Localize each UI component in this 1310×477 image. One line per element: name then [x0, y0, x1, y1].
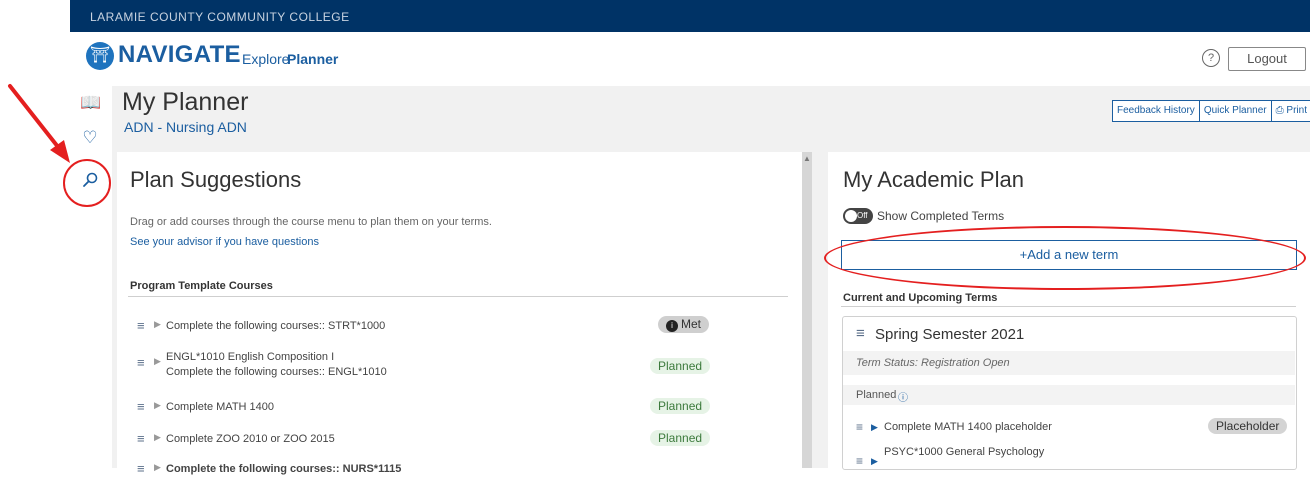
expand-icon[interactable]: ▶ [871, 422, 878, 433]
expand-icon[interactable]: ▶ [154, 432, 161, 443]
feedback-history-button[interactable]: Feedback History [1112, 100, 1200, 122]
navigate-logo-icon: ⛩ [86, 42, 114, 70]
term-course-text: Complete MATH 1400 placeholder [884, 421, 1052, 433]
plan-suggestions-title: Plan Suggestions [130, 167, 302, 192]
header-button-group: Feedback History Quick Planner ⎙ Print [1112, 100, 1310, 122]
term-status: Term Status: Registration Open [856, 357, 1010, 369]
scroll-up-icon[interactable]: ▲ [802, 154, 812, 163]
current-upcoming-title: Current and Upcoming Terms [843, 292, 998, 304]
term-course-text: PSYC*1000 General Psychology [884, 446, 1045, 458]
program-template-title: Program Template Courses [130, 280, 273, 292]
annotation-oval [824, 226, 1306, 290]
annotation-arrow [8, 84, 70, 163]
drag-handle-icon[interactable]: ≡ [856, 325, 865, 342]
status-badge-planned: Planned [650, 430, 711, 446]
heart-icon[interactable]: ♡ [80, 128, 100, 148]
toggle-state: Off [857, 211, 868, 220]
college-name: LARAMIE COUNTY COMMUNITY COLLEGE [90, 10, 350, 24]
academic-plan-title: My Academic Plan [843, 167, 1024, 192]
print-button[interactable]: ⎙ Print [1271, 100, 1310, 122]
navigate-brand[interactable]: NAVIGATE [118, 41, 241, 69]
course-title: ENGL*1010 English Composition I [166, 351, 335, 363]
page-title: My Planner [122, 88, 249, 116]
status-badge-label: Met [681, 317, 702, 331]
term-name[interactable]: Spring Semester 2021 [875, 326, 1024, 343]
nav-explore-link[interactable]: Explore [242, 51, 289, 67]
info-icon: i [666, 320, 678, 332]
drag-handle-icon[interactable]: ≡ [137, 461, 145, 476]
info-icon[interactable]: ⓘ [898, 389, 908, 404]
drag-handle-icon[interactable]: ≡ [137, 399, 145, 414]
planned-label: Planned [856, 389, 897, 401]
planned-header-bar [843, 385, 1295, 405]
course-text: Complete ZOO 2010 or ZOO 2015 [166, 433, 335, 445]
toggle-knob [845, 210, 857, 222]
expand-icon[interactable]: ▶ [154, 356, 161, 367]
drag-handle-icon[interactable]: ≡ [137, 355, 145, 370]
expand-icon[interactable]: ▶ [154, 319, 161, 330]
annotation-circle [63, 159, 111, 207]
plan-suggestions-description: Drag or add courses through the course m… [130, 216, 492, 228]
logout-button[interactable]: Logout [1228, 47, 1306, 71]
book-icon[interactable]: 📖 [80, 93, 101, 113]
status-badge-planned: Planned [650, 398, 711, 414]
help-icon[interactable]: ? [1202, 49, 1220, 67]
status-badge-met: i Met [658, 316, 710, 333]
program-name[interactable]: ADN - Nursing ADN [124, 119, 247, 135]
drag-handle-icon[interactable]: ≡ [856, 454, 863, 468]
plan-suggestions-panel [117, 152, 803, 468]
divider [841, 306, 1296, 307]
quick-planner-button[interactable]: Quick Planner [1199, 100, 1272, 122]
divider [128, 296, 788, 297]
drag-handle-icon[interactable]: ≡ [856, 420, 863, 434]
nav-planner-link[interactable]: Planner [287, 51, 338, 67]
status-badge-planned: Planned [650, 358, 711, 374]
drag-handle-icon[interactable]: ≡ [137, 318, 145, 333]
course-text: Complete MATH 1400 [166, 401, 275, 413]
course-text: Complete the following courses:: NURS*11… [166, 463, 402, 475]
drag-handle-icon[interactable]: ≡ [137, 431, 145, 446]
course-requirement: Complete the following courses:: ENGL*10… [166, 366, 387, 378]
toggle-label: Show Completed Terms [877, 209, 1005, 223]
print-icon: ⎙ [1275, 105, 1287, 116]
course-text: ENGL*1010 English Composition I Complete … [166, 350, 387, 380]
scrollbar[interactable] [802, 152, 812, 468]
placeholder-badge: Placeholder [1208, 418, 1288, 434]
advisor-link[interactable]: See your advisor if you have questions [130, 236, 319, 248]
expand-icon[interactable]: ▶ [871, 456, 878, 467]
expand-icon[interactable]: ▶ [154, 400, 161, 411]
print-label: Print [1286, 105, 1307, 116]
course-text: Complete the following courses:: STRT*10… [166, 320, 386, 332]
